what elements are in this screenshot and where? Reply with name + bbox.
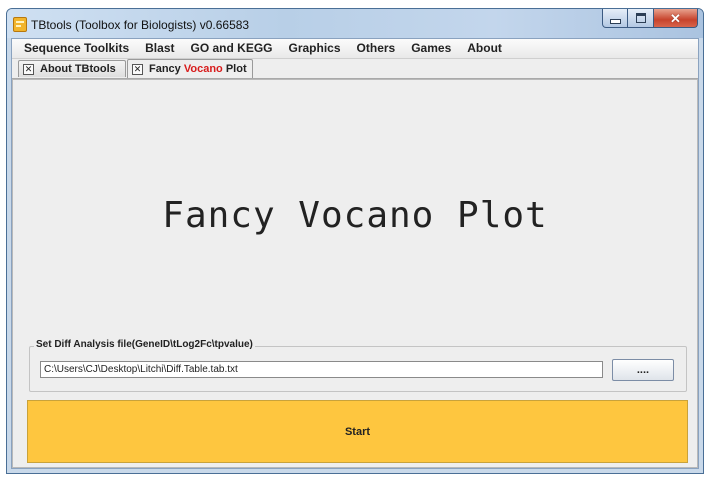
tab-about-tbtools[interactable]: ✕ About TBtools xyxy=(18,60,126,77)
tab-label-highlight: Vocano xyxy=(183,63,223,75)
client-area: Sequence Toolkits Blast GO and KEGG Grap… xyxy=(11,38,699,469)
minimize-button[interactable] xyxy=(602,9,628,28)
window-title: TBtools (Toolbox for Biologists) v0.6658… xyxy=(31,18,250,32)
menu-graphics[interactable]: Graphics xyxy=(281,39,349,58)
menu-go-and-kegg[interactable]: GO and KEGG xyxy=(182,39,280,58)
tab-close-icon[interactable]: ✕ xyxy=(23,63,34,75)
tab-bar: ✕ About TBtools ✕ Fancy Vocano Plot xyxy=(12,59,698,79)
window-controls: ✕ xyxy=(602,9,698,28)
maximize-button[interactable] xyxy=(628,9,654,28)
diff-file-path-input[interactable] xyxy=(40,361,603,378)
minimize-icon xyxy=(609,19,621,24)
tab-label-prefix: Fancy xyxy=(149,63,184,75)
panel-title: Fancy Vocano Plot xyxy=(162,195,548,236)
tab-close-icon[interactable]: ✕ xyxy=(132,63,143,75)
browse-button[interactable]: .... xyxy=(612,359,674,381)
diff-file-group: Set Diff Analysis file(GeneID\tLog2Fc\tp… xyxy=(29,339,687,392)
tab-label: About TBtools xyxy=(40,63,116,75)
close-button[interactable]: ✕ xyxy=(654,9,698,28)
vocano-plot-panel: Fancy Vocano Plot Set Diff Analysis file… xyxy=(12,79,698,468)
app-window: TBtools (Toolbox for Biologists) v0.6658… xyxy=(6,8,704,474)
menu-others[interactable]: Others xyxy=(349,39,404,58)
tbtools-app-icon xyxy=(13,17,27,32)
menu-about[interactable]: About xyxy=(459,39,510,58)
menu-sequence-toolkits[interactable]: Sequence Toolkits xyxy=(12,39,137,58)
close-icon: ✕ xyxy=(670,10,681,26)
tab-label: Fancy Vocano Plot xyxy=(149,63,247,75)
diff-file-group-label: Set Diff Analysis file(GeneID\tLog2Fc\tp… xyxy=(34,339,255,350)
tab-label-suffix: Plot xyxy=(222,63,247,75)
start-button[interactable]: Start xyxy=(27,400,688,463)
menu-bar: Sequence Toolkits Blast GO and KEGG Grap… xyxy=(12,39,698,59)
menu-games[interactable]: Games xyxy=(403,39,459,58)
tab-fancy-vocano-plot[interactable]: ✕ Fancy Vocano Plot xyxy=(127,59,253,78)
title-bar[interactable]: TBtools (Toolbox for Biologists) v0.6658… xyxy=(7,9,703,38)
maximize-icon xyxy=(635,13,646,23)
menu-blast[interactable]: Blast xyxy=(137,39,182,58)
